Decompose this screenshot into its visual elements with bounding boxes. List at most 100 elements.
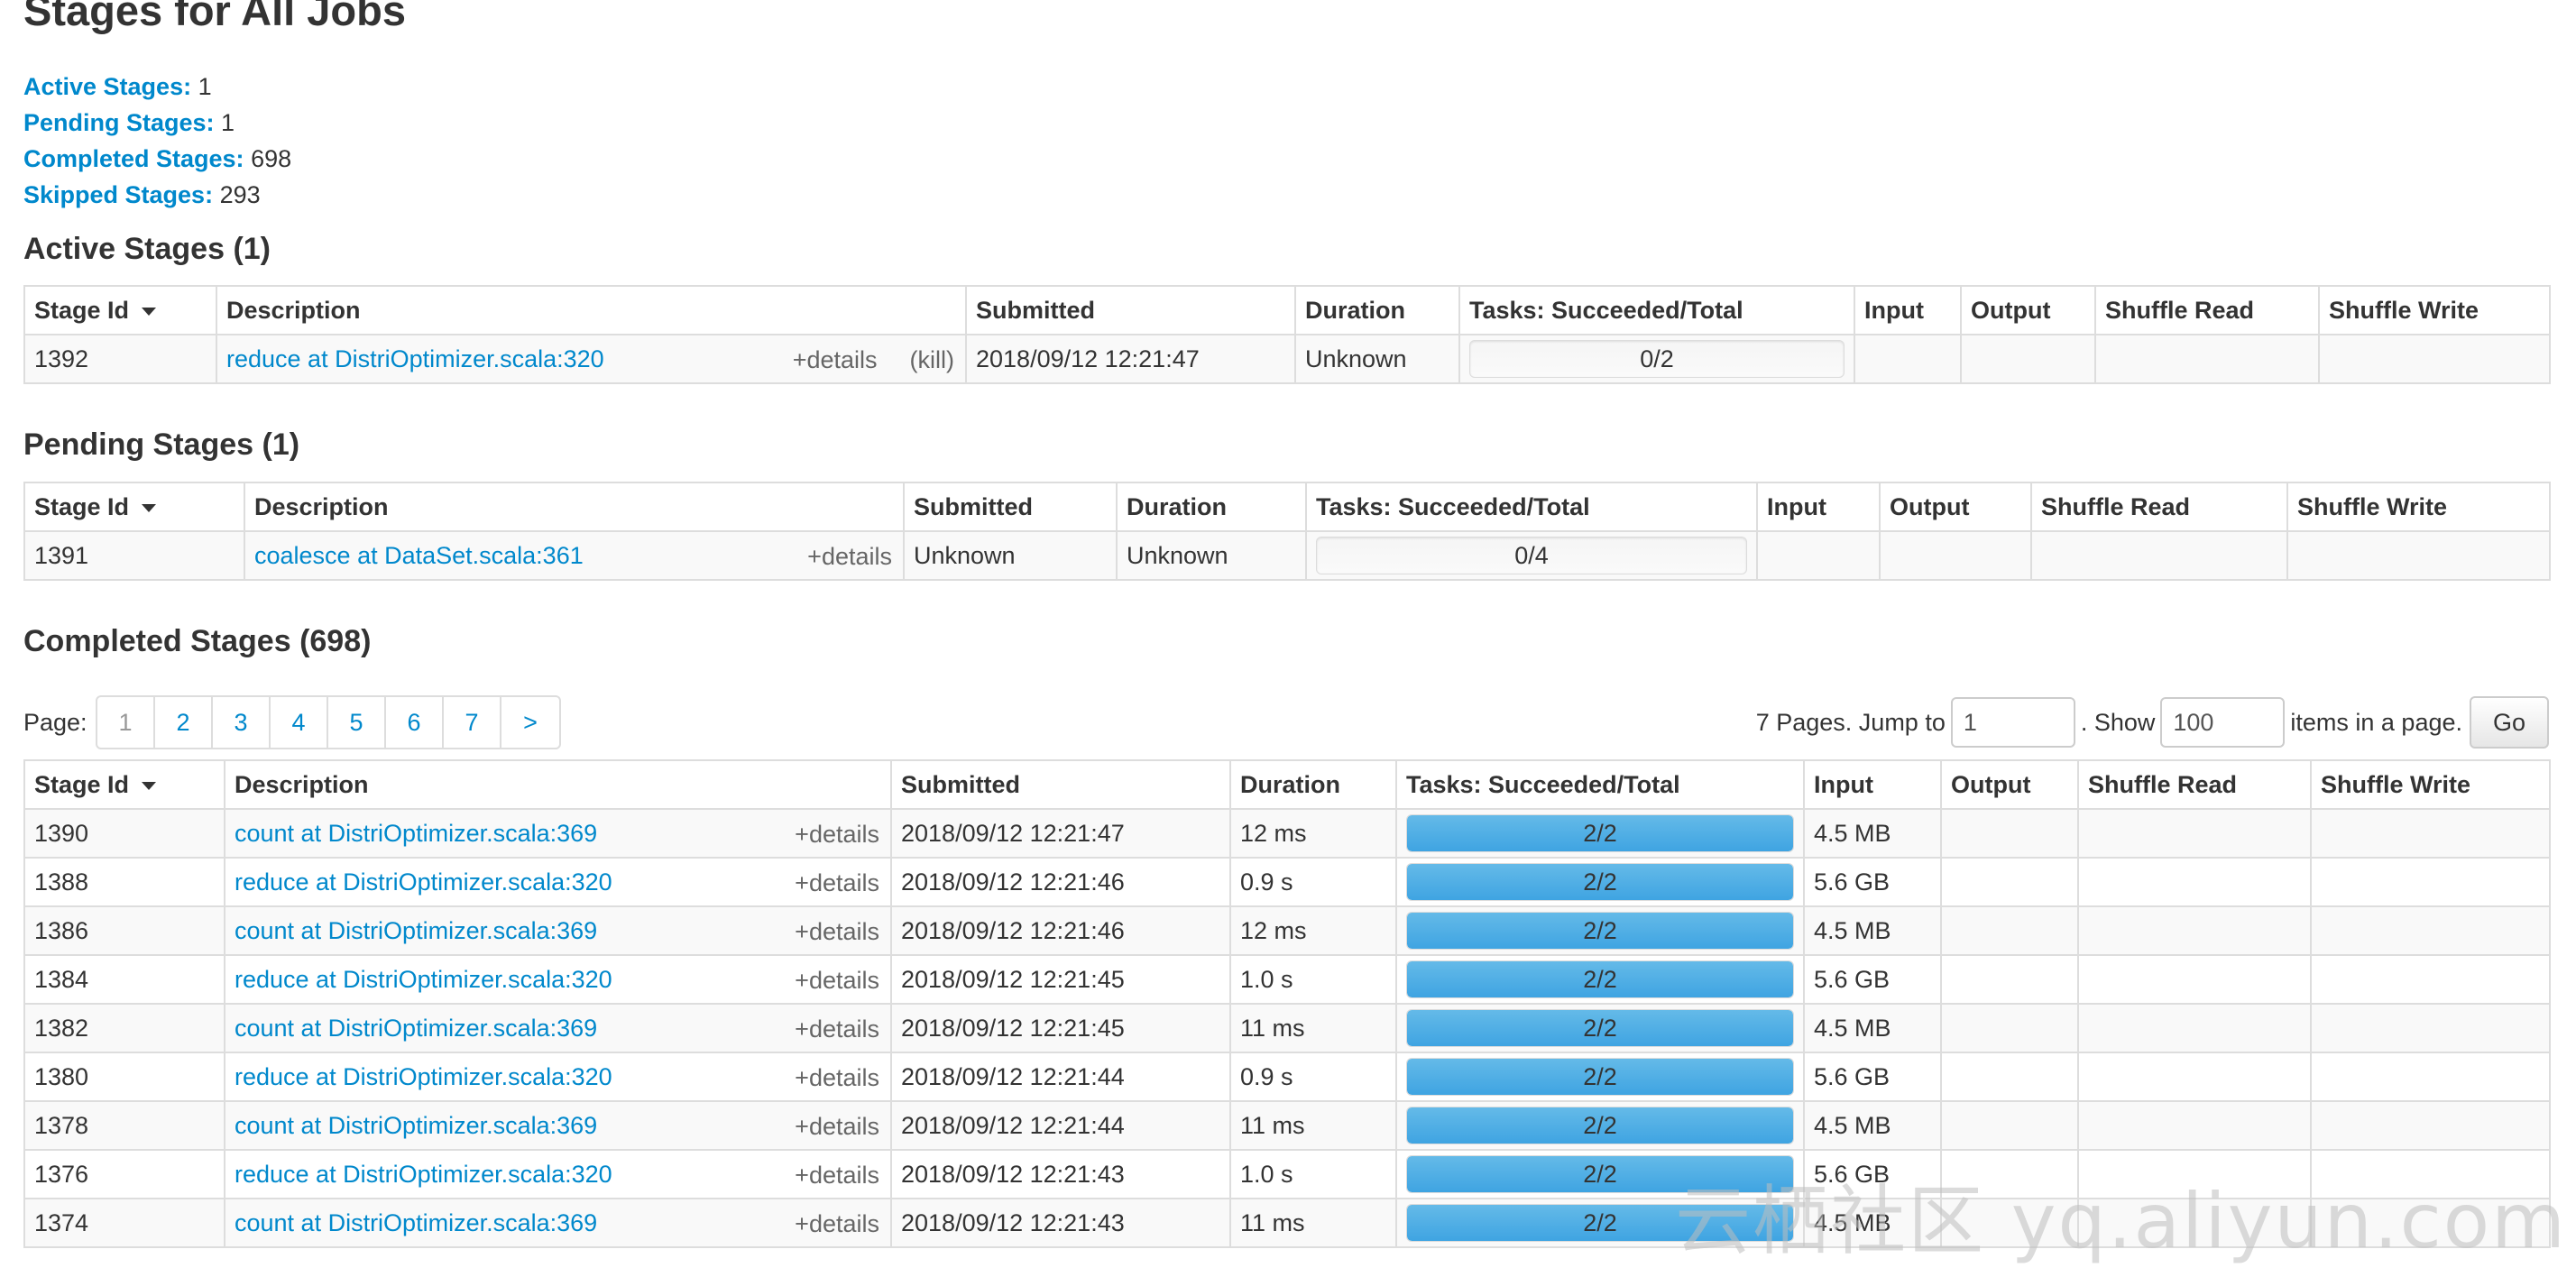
description-cell: count at DistriOptimizer.scala:369 +detai… bbox=[224, 1198, 892, 1248]
completed-stages-link[interactable]: Completed Stages: bbox=[23, 145, 244, 172]
column-header-output[interactable]: Output bbox=[1879, 482, 2032, 532]
tasks-cell: 2/2 bbox=[1395, 954, 1805, 1005]
column-header-shuffle-read[interactable]: Shuffle Read bbox=[2094, 285, 2320, 335]
stage-description-link[interactable]: reduce at DistriOptimizer.scala:320 bbox=[235, 1161, 612, 1188]
column-header-shuffle-read[interactable]: Shuffle Read bbox=[2030, 482, 2288, 532]
details-label[interactable]: +details bbox=[795, 821, 879, 848]
column-header-submitted[interactable]: Submitted bbox=[903, 482, 1118, 532]
column-header-shuffle-write[interactable]: Shuffle Write bbox=[2310, 759, 2551, 810]
skipped-stages-link[interactable]: Skipped Stages: bbox=[23, 181, 213, 208]
details-toggle[interactable]: +details bbox=[807, 533, 892, 578]
tasks-cell: 2/2 bbox=[1395, 1198, 1805, 1248]
details-toggle[interactable]: +details bbox=[795, 957, 879, 1002]
details-toggle[interactable]: +details bbox=[795, 1200, 879, 1245]
description-cell: reduce at DistriOptimizer.scala:320 +deta… bbox=[224, 954, 892, 1005]
column-header-tasks[interactable]: Tasks: Succeeded/Total bbox=[1395, 759, 1805, 810]
details-label[interactable]: +details bbox=[795, 1162, 879, 1189]
tasks-cell: 2/2 bbox=[1395, 1100, 1805, 1151]
column-header-description[interactable]: Description bbox=[216, 285, 967, 335]
column-header-stage-id[interactable]: Stage Id bbox=[23, 759, 225, 810]
stage-id-cell: 1386 bbox=[23, 905, 225, 956]
submitted-cell: 2018/09/12 12:21:43 bbox=[890, 1198, 1231, 1248]
stage-description-link[interactable]: count at DistriOptimizer.scala:369 bbox=[235, 1112, 597, 1139]
stage-description-link[interactable]: count at DistriOptimizer.scala:369 bbox=[235, 1209, 597, 1236]
column-header-shuffle-read[interactable]: Shuffle Read bbox=[2077, 759, 2312, 810]
shuffle-read-cell bbox=[2077, 1149, 2312, 1199]
task-progress-label: 2/2 bbox=[1583, 917, 1617, 944]
column-header-description[interactable]: Description bbox=[244, 482, 905, 532]
column-header-duration[interactable]: Duration bbox=[1229, 759, 1397, 810]
details-label[interactable]: +details bbox=[807, 543, 892, 570]
column-header-input[interactable]: Input bbox=[1803, 759, 1942, 810]
details-label[interactable]: +details bbox=[795, 1113, 879, 1140]
details-label[interactable]: +details bbox=[795, 1064, 879, 1091]
column-header-duration[interactable]: Duration bbox=[1116, 482, 1307, 532]
table-row: 1380 reduce at DistriOptimizer.scala:320 +… bbox=[23, 1052, 2551, 1102]
column-header-stage-id[interactable]: Stage Id bbox=[23, 285, 217, 335]
go-button[interactable]: Go bbox=[2470, 696, 2549, 749]
page-link-4[interactable]: 4 bbox=[271, 697, 328, 748]
details-label[interactable]: +details bbox=[795, 1015, 879, 1043]
column-header-tasks[interactable]: Tasks: Succeeded/Total bbox=[1305, 482, 1758, 532]
column-header-shuffle-write[interactable]: Shuffle Write bbox=[2318, 285, 2551, 335]
details-label[interactable]: +details bbox=[795, 967, 879, 994]
jump-to-page-input[interactable] bbox=[1950, 697, 2075, 748]
column-header-output[interactable]: Output bbox=[1940, 759, 2079, 810]
details-label[interactable]: +details bbox=[793, 346, 878, 373]
page-link-3[interactable]: 3 bbox=[213, 697, 271, 748]
page-link-5[interactable]: 5 bbox=[328, 697, 386, 748]
table-header-row: Stage Id Description Submitted Duration … bbox=[23, 482, 2551, 532]
tasks-cell: 2/2 bbox=[1395, 808, 1805, 859]
page-link-7[interactable]: 7 bbox=[444, 697, 501, 748]
details-toggle[interactable]: +details bbox=[795, 1103, 879, 1148]
column-header-submitted[interactable]: Submitted bbox=[965, 285, 1296, 335]
page-link-2[interactable]: 2 bbox=[155, 697, 213, 748]
pending-stages-link[interactable]: Pending Stages: bbox=[23, 109, 215, 136]
column-header-tasks[interactable]: Tasks: Succeeded/Total bbox=[1458, 285, 1855, 335]
stage-description-link[interactable]: coalesce at DataSet.scala:361 bbox=[254, 542, 584, 569]
column-header-shuffle-write[interactable]: Shuffle Write bbox=[2286, 482, 2551, 532]
page-size-input[interactable] bbox=[2160, 697, 2286, 748]
page-link-1[interactable]: 1 bbox=[97, 697, 155, 748]
details-toggle[interactable]: +details bbox=[795, 1006, 879, 1051]
column-header-duration[interactable]: Duration bbox=[1294, 285, 1460, 335]
task-progress-label: 2/2 bbox=[1583, 1209, 1617, 1236]
stage-description-link[interactable]: count at DistriOptimizer.scala:369 bbox=[235, 917, 597, 944]
column-header-output[interactable]: Output bbox=[1960, 285, 2096, 335]
column-header-description[interactable]: Description bbox=[224, 759, 892, 810]
task-progress-bar: 2/2 bbox=[1406, 912, 1794, 950]
submitted-cell: 2018/09/12 12:21:46 bbox=[890, 857, 1231, 907]
input-cell bbox=[1854, 334, 1962, 384]
stage-description-link[interactable]: reduce at DistriOptimizer.scala:320 bbox=[235, 868, 612, 896]
details-toggle[interactable]: +details bbox=[795, 908, 879, 953]
details-toggle[interactable]: +details bbox=[795, 1054, 879, 1099]
stage-description-link[interactable]: count at DistriOptimizer.scala:369 bbox=[235, 1015, 597, 1042]
stage-id-cell: 1376 bbox=[23, 1149, 225, 1199]
stage-description-link[interactable]: reduce at DistriOptimizer.scala:320 bbox=[226, 345, 604, 372]
column-header-input[interactable]: Input bbox=[1854, 285, 1962, 335]
table-row: 1384 reduce at DistriOptimizer.scala:320 +… bbox=[23, 954, 2551, 1005]
task-progress-bar: 2/2 bbox=[1406, 863, 1794, 901]
stage-id-cell: 1390 bbox=[23, 808, 225, 859]
details-toggle[interactable]: +details bbox=[795, 859, 879, 905]
task-progress-label: 2/2 bbox=[1583, 820, 1617, 847]
column-header-submitted[interactable]: Submitted bbox=[890, 759, 1231, 810]
column-header-input[interactable]: Input bbox=[1756, 482, 1881, 532]
details-label[interactable]: +details bbox=[795, 1210, 879, 1237]
stage-id-cell: 1384 bbox=[23, 954, 225, 1005]
page-link-6[interactable]: 6 bbox=[386, 697, 444, 748]
details-toggle[interactable]: +details (kill) bbox=[793, 336, 954, 381]
next-page-link[interactable]: > bbox=[501, 697, 559, 748]
details-toggle[interactable]: +details bbox=[795, 1152, 879, 1197]
shuffle-read-cell bbox=[2077, 1003, 2312, 1053]
details-toggle[interactable]: +details bbox=[795, 811, 879, 856]
stage-description-link[interactable]: reduce at DistriOptimizer.scala:320 bbox=[235, 966, 612, 993]
stage-description-link[interactable]: count at DistriOptimizer.scala:369 bbox=[235, 820, 597, 847]
column-header-stage-id[interactable]: Stage Id bbox=[23, 482, 245, 532]
stage-description-link[interactable]: reduce at DistriOptimizer.scala:320 bbox=[235, 1063, 612, 1090]
active-stages-link[interactable]: Active Stages: bbox=[23, 73, 191, 100]
kill-link[interactable]: (kill) bbox=[910, 346, 954, 373]
description-cell: count at DistriOptimizer.scala:369 +detai… bbox=[224, 1003, 892, 1053]
details-label[interactable]: +details bbox=[795, 869, 879, 896]
details-label[interactable]: +details bbox=[795, 918, 879, 945]
